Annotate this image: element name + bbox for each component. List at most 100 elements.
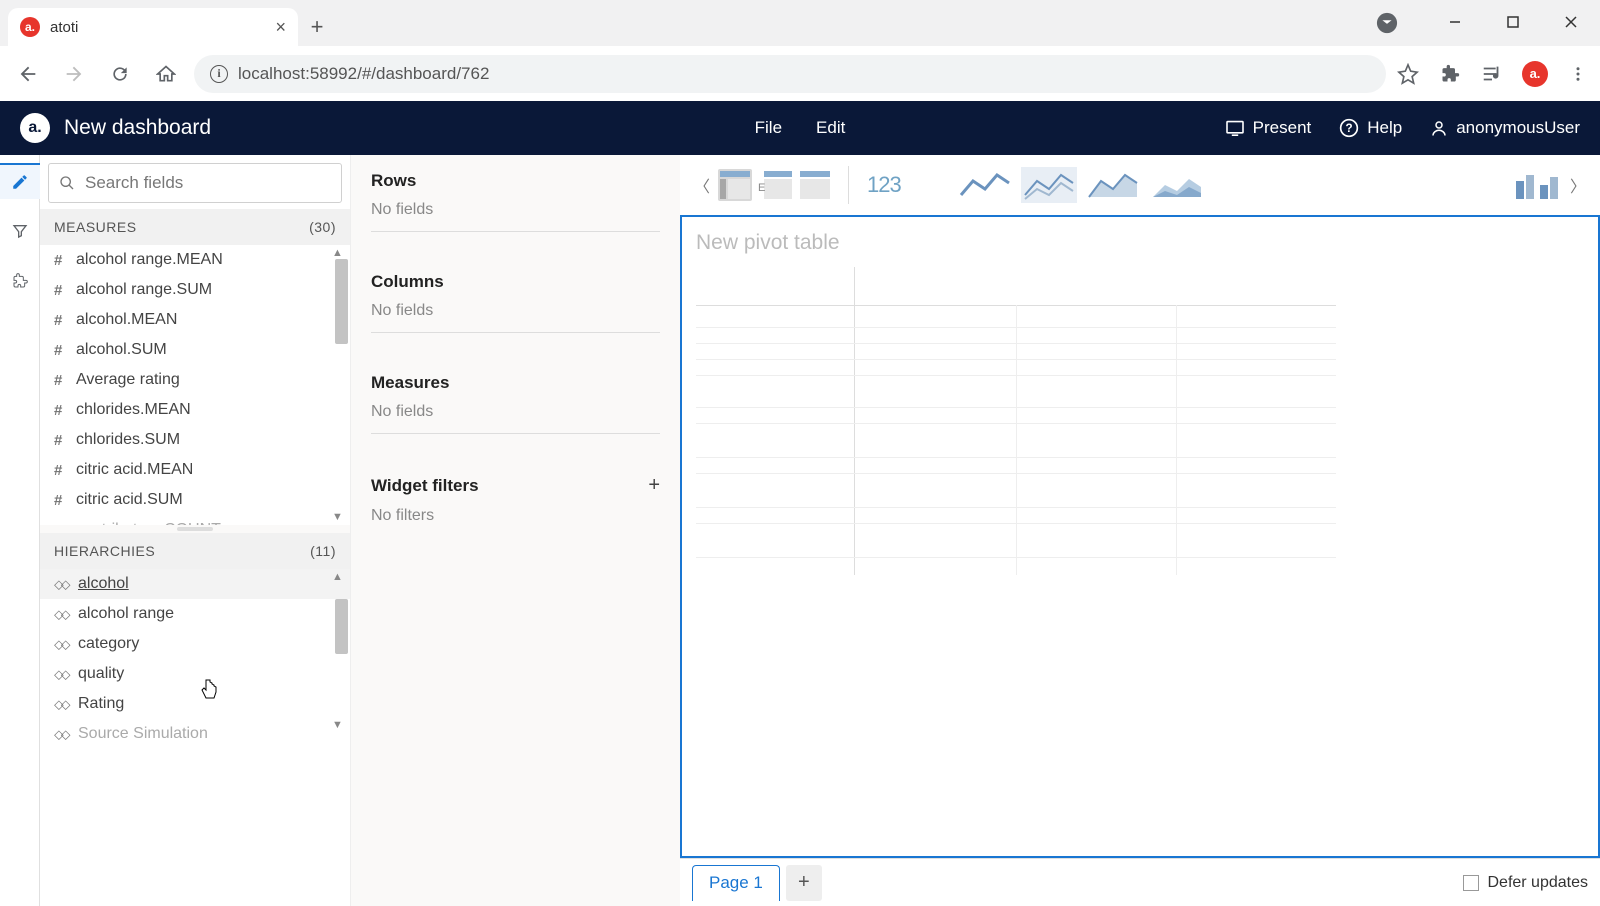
left-rail [0,155,40,906]
toolbar-prev-icon[interactable]: 〈 [692,173,712,197]
add-page-button[interactable]: + [786,865,822,901]
atoti-extension-icon[interactable]: a. [1522,61,1548,87]
user-menu[interactable]: anonymousUser [1430,118,1580,138]
svg-text:E: E [758,182,765,194]
page-tab-1[interactable]: Page 1 [692,865,780,901]
toolbar-next-icon[interactable]: 〉 [1568,173,1588,197]
rail-edit-icon[interactable] [0,163,40,199]
rail-puzzle-icon[interactable] [0,263,40,299]
app-menu: File Edit [755,118,846,138]
browser-chrome: a. atoti × + i localhost:58992/#/dashboa… [0,0,1600,101]
rows-section: Rows No fields [371,171,660,232]
config-panel: Rows No fields Columns No fields Measure… [350,155,680,906]
menu-edit[interactable]: Edit [816,118,845,138]
widget-type-toolbar: 〈 E 123 [680,155,1600,215]
window-close-button[interactable] [1542,0,1600,44]
fields-panel: Search fields MEASURES (30) #alcohol ran… [40,155,350,906]
widget-area-chart-icon[interactable] [1083,165,1143,205]
hash-icon: # [54,282,66,299]
scroll-down-icon[interactable]: ▼ [332,511,348,523]
measure-item[interactable]: #contributors.COUNT [40,515,350,525]
columns-section: Columns No fields [371,272,660,333]
hash-icon: # [54,252,66,269]
bookmark-icon[interactable] [1396,62,1420,86]
widget-multiline-chart-icon[interactable] [1019,165,1079,205]
browser-tab[interactable]: a. atoti × [8,8,298,46]
hierarchy-item-alcohol[interactable]: ⬦⬦alcohol [40,569,350,599]
forward-button[interactable] [56,56,92,92]
back-button[interactable] [10,56,46,92]
hash-icon: # [54,492,66,509]
hierarchy-icon: ⬦⬦ [54,576,68,593]
app-header: a. New dashboard File Edit Present ? Hel… [0,101,1600,155]
measure-item[interactable]: #alcohol range.MEAN [40,245,350,275]
widget-pivot-table-icon[interactable] [718,169,752,201]
scroll-down-icon[interactable]: ▼ [332,719,348,731]
measure-item[interactable]: #alcohol.MEAN [40,305,350,335]
widget-line-chart-icon[interactable] [955,165,1015,205]
hash-icon: # [54,432,66,449]
hierarchy-item[interactable]: ⬦⬦category [40,629,350,659]
widget-table-icon[interactable] [798,169,832,201]
measure-item[interactable]: #chlorides.SUM [40,425,350,455]
hierarchy-icon: ⬦⬦ [54,726,68,743]
tab-close-icon[interactable]: × [275,17,286,38]
measures-header[interactable]: MEASURES (30) [40,209,350,245]
home-button[interactable] [148,56,184,92]
measure-item[interactable]: #chlorides.MEAN [40,395,350,425]
scroll-thumb[interactable] [335,599,348,654]
checkbox-icon[interactable] [1463,875,1479,891]
hierarchies-list: ⬦⬦alcohol ⬦⬦alcohol range ⬦⬦category ⬦⬦q… [40,569,350,906]
url-text: localhost:58992/#/dashboard/762 [238,64,489,84]
hash-icon: # [54,312,66,329]
widget-bar-chart-icon[interactable] [1510,165,1562,205]
widget-kpi-icon[interactable]: 123 [865,170,903,200]
present-button[interactable]: Present [1225,118,1312,138]
widget-tree-table-icon[interactable]: E [756,169,794,201]
measure-item[interactable]: #alcohol range.SUM [40,275,350,305]
help-button[interactable]: ? Help [1339,118,1402,138]
measure-item[interactable]: #citric acid.MEAN [40,455,350,485]
reload-button[interactable] [102,56,138,92]
measure-item[interactable]: #Average rating [40,365,350,395]
window-minimize-button[interactable] [1426,0,1484,44]
defer-updates-checkbox[interactable]: Defer updates [1463,874,1588,892]
dashboard-title[interactable]: New dashboard [64,116,211,140]
scroll-up-icon[interactable]: ▲ [332,247,348,259]
tab-bar: a. atoti × + [0,0,1600,46]
media-icon[interactable] [1480,62,1504,86]
pivot-title[interactable]: New pivot table [696,231,1584,255]
extensions-icon[interactable] [1438,62,1462,86]
add-filter-button[interactable]: + [648,474,660,497]
pivot-table-widget[interactable]: New pivot table [680,215,1600,858]
site-info-icon[interactable]: i [210,65,228,83]
measure-item[interactable]: #alcohol.SUM [40,335,350,365]
hierarchies-header[interactable]: HIERARCHIES (11) [40,533,350,569]
hierarchy-icon: ⬦⬦ [54,666,68,683]
hash-icon: # [54,372,66,389]
hierarchy-item[interactable]: ⬦⬦alcohol range [40,599,350,629]
hash-icon: # [54,342,66,359]
splitter-handle[interactable] [177,527,213,531]
pivot-grid [696,267,1336,575]
profile-icon[interactable] [1364,0,1410,46]
measure-item[interactable]: #citric acid.SUM [40,485,350,515]
rail-filter-icon[interactable] [0,213,40,249]
hierarchy-icon: ⬦⬦ [54,636,68,653]
hierarchy-icon: ⬦⬦ [54,606,68,623]
hierarchy-item[interactable]: ⬦⬦Rating [40,689,350,719]
menu-file[interactable]: File [755,118,782,138]
scroll-thumb[interactable] [335,259,348,344]
app-logo[interactable]: a. [20,113,50,143]
hierarchy-icon: ⬦⬦ [54,696,68,713]
url-box[interactable]: i localhost:58992/#/dashboard/762 [194,55,1386,93]
scroll-up-icon[interactable]: ▲ [332,571,348,583]
hierarchy-item[interactable]: ⬦⬦quality [40,659,350,689]
search-placeholder: Search fields [85,173,183,193]
hierarchy-item[interactable]: ⬦⬦Source Simulation [40,719,350,749]
window-maximize-button[interactable] [1484,0,1542,44]
search-fields-input[interactable]: Search fields [48,163,342,203]
new-tab-button[interactable]: + [298,8,336,46]
browser-menu-icon[interactable] [1566,62,1590,86]
widget-stacked-area-icon[interactable] [1147,165,1207,205]
